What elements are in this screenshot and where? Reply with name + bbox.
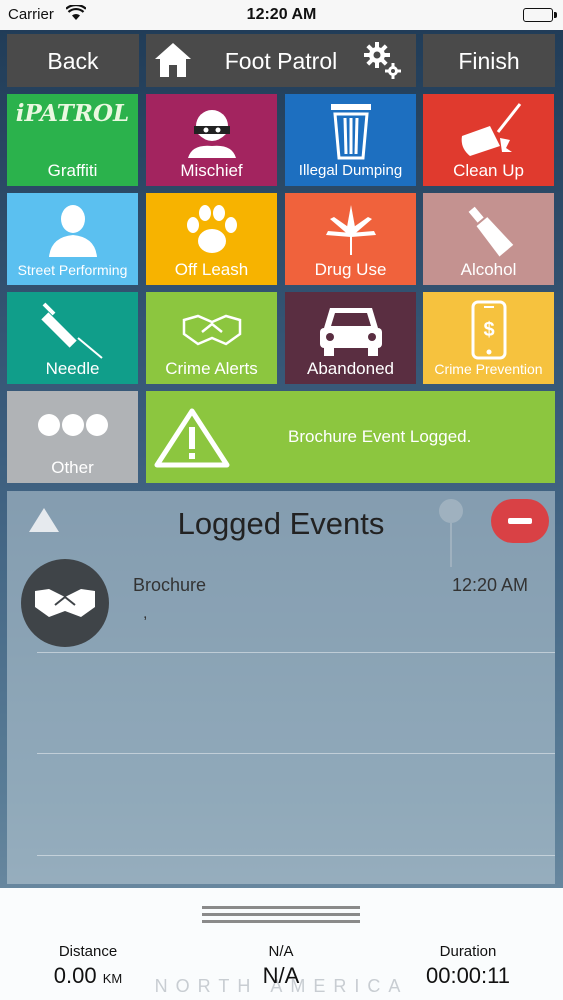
tile-graffiti[interactable]: iPATROL Graffiti [7,94,138,186]
duration-stat: Duration 00:00:11 [393,943,543,989]
distance-stat: Distance 0.00 KM [13,943,163,989]
masked-person-icon [187,110,236,158]
event-avatar [21,559,109,647]
na-value: N/A [262,963,300,988]
person-icon [48,205,97,257]
na-stat: N/A N/A [206,943,356,989]
tile-mischief[interactable]: Mischief [146,94,277,186]
bottle-icon [468,206,513,257]
event-name: Brochure [133,575,207,595]
leaf-icon [325,205,376,255]
syringe-icon [40,302,103,359]
car-icon [319,308,382,356]
divider [37,855,555,856]
tile-clean-up[interactable]: Clean Up [423,94,554,186]
trash-can-icon [330,104,371,160]
tile-needle[interactable]: Needle [7,292,138,384]
tile-other[interactable]: Other [7,391,138,483]
pin-icon [439,499,463,567]
svg-text:$: $ [483,319,494,341]
tile-crime-alerts[interactable]: Crime Alerts [146,292,277,384]
status-bar: Carrier 12:20 AM [0,0,563,30]
divider [37,753,555,754]
handshake-icon [182,314,241,346]
logged-events-title: Logged Events [177,506,385,541]
battery-icon [523,8,557,22]
tile-label: Illegal Dumping [298,162,403,179]
tile-label: Alcohol [460,260,517,279]
handshake-icon [35,589,95,617]
duration-value: 00:00:11 [425,963,510,988]
tile-label: Clean Up [453,161,524,180]
distance-label: Distance [58,943,118,960]
divider [37,652,555,653]
event-logged-banner: Brochure Event Logged. [146,391,555,483]
tile-crime-prevention[interactable]: $ Crime Prevention [423,292,554,384]
tile-label: Abandoned [307,359,394,378]
duration-label: Duration [439,943,497,960]
finish-button[interactable]: Finish [423,34,555,87]
tile-label: Mischief [180,161,243,180]
phone-dollar-icon: $ [471,300,506,360]
graffiti-logo: iPATROL [15,100,130,127]
delete-event-button[interactable] [491,499,549,543]
back-button-label: Back [47,48,99,74]
title-bar: Foot Patrol [146,34,416,87]
distance-value: 0.00 [53,963,97,988]
tile-label: Crime Prevention [434,361,543,377]
broom-icon [461,103,521,156]
tile-street-performing[interactable]: Street Performing [7,193,138,285]
tile-off-leash[interactable]: Off Leash [146,193,277,285]
tile-label: Needle [45,359,100,378]
tile-label: Graffiti [47,161,98,180]
tile-label: Drug Use [314,260,387,279]
na-label: N/A [268,943,294,960]
tile-illegal-dumping[interactable]: Illegal Dumping [285,94,416,186]
status-time: 12:20 AM [246,6,317,23]
drag-handle[interactable] [202,902,360,928]
distance-unit: KM [102,971,123,986]
event-time: 12:20 AM [451,575,528,595]
warning-icon [154,408,230,468]
paw-icon [186,205,237,253]
logged-events-panel: Logged Events Brochure 12:20 AM , [7,491,555,884]
tile-alcohol[interactable]: Alcohol [423,193,554,285]
gear-icon[interactable] [362,40,404,82]
back-button[interactable]: Back [7,34,139,87]
dots-icon [37,414,108,436]
finish-button-label: Finish [458,48,520,74]
tile-label: Other [51,458,94,477]
tile-drug-use[interactable]: Drug Use [285,193,416,285]
tile-label: Crime Alerts [165,359,258,378]
tile-label: Street Performing [17,262,128,278]
event-detail: , [143,605,148,622]
stats-footer: NORTH AMERICA Distance 0.00 KM N/A N/A D… [0,888,563,1000]
banner-message: Brochure Event Logged. [288,427,472,446]
tile-label: Off Leash [174,260,249,279]
tile-abandoned[interactable]: Abandoned [285,292,416,384]
